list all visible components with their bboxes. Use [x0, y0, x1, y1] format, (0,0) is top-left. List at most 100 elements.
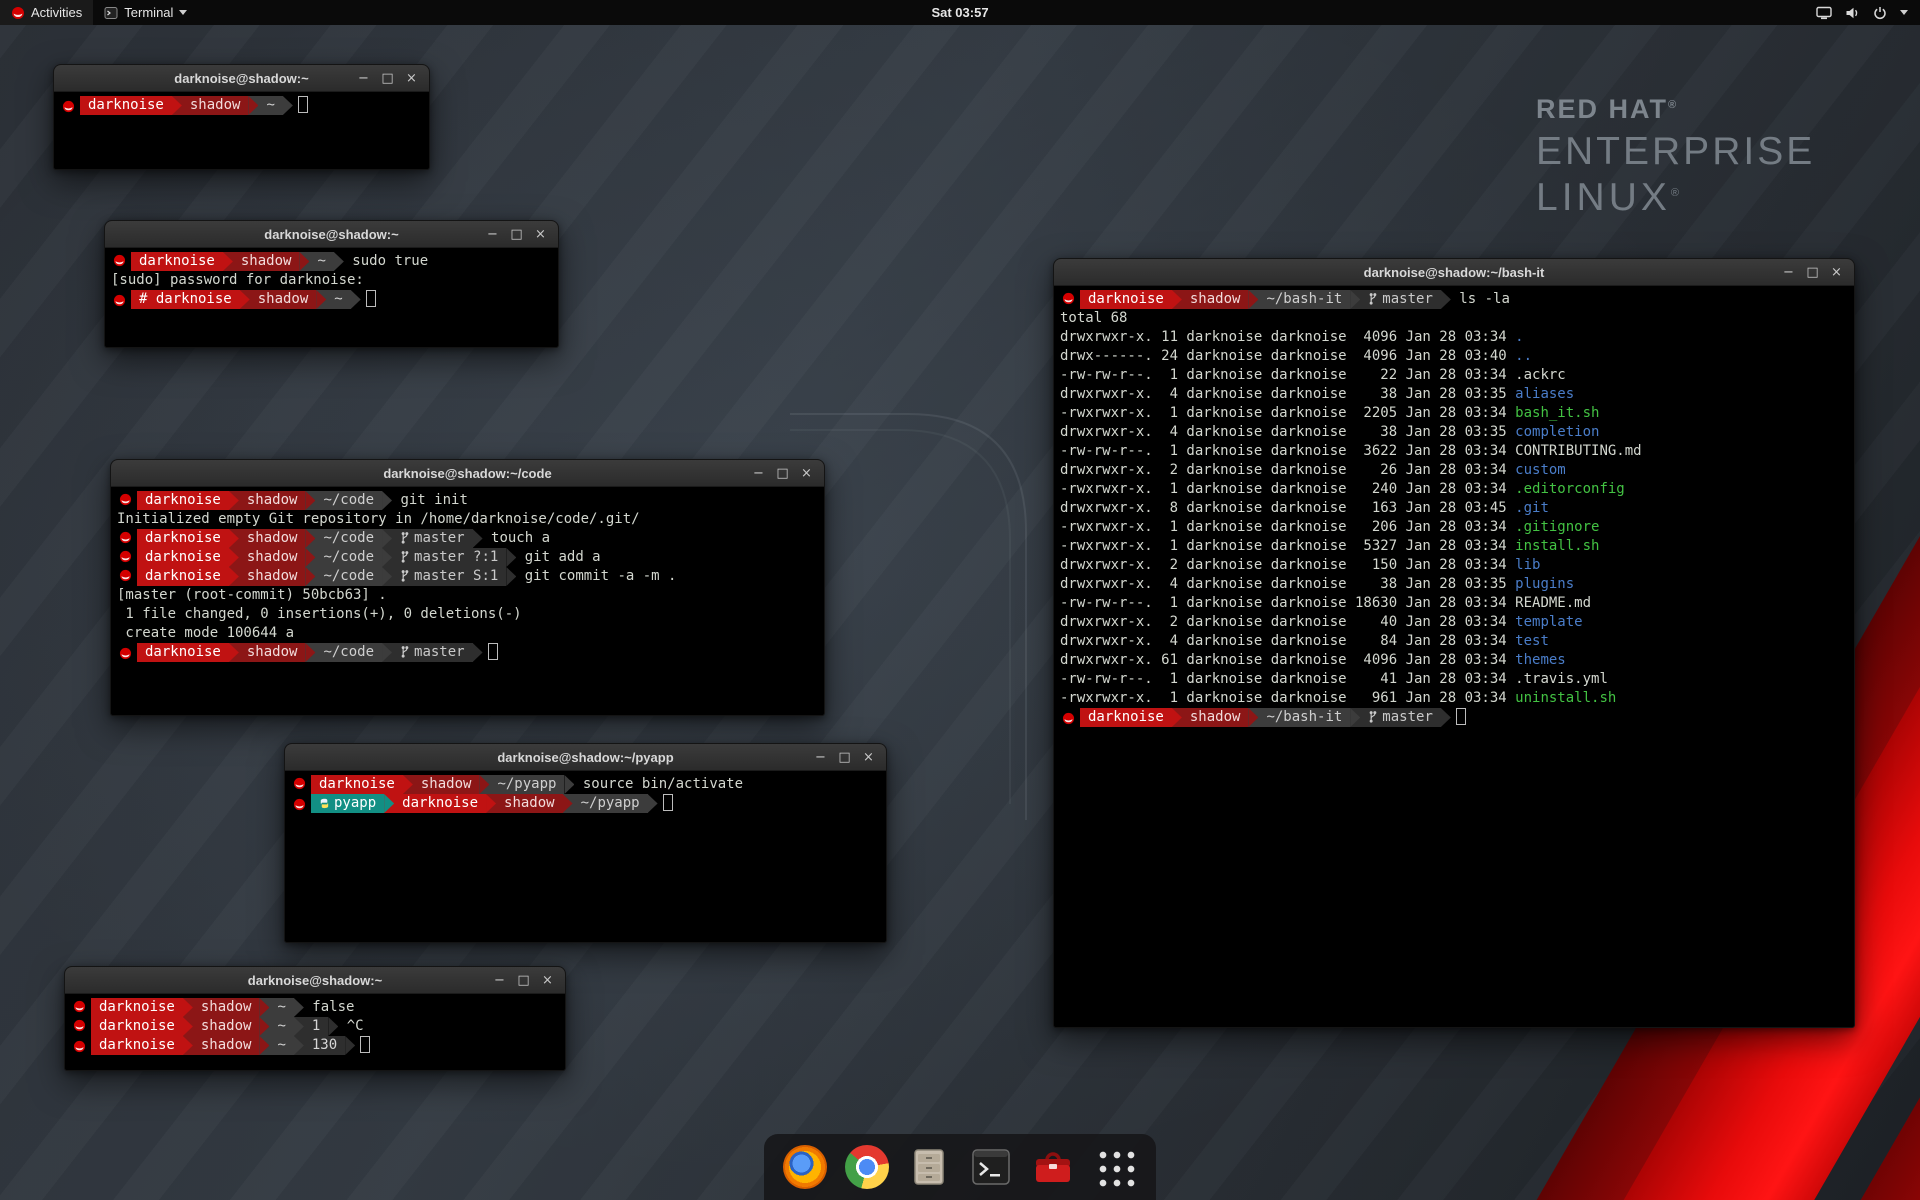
volume-icon[interactable] [1845, 6, 1860, 20]
terminal-icon [969, 1145, 1013, 1189]
window-titlebar[interactable]: darknoise@shadow:~/code − □ × [111, 460, 824, 487]
terminal-text: .ackrc [1515, 367, 1566, 383]
dock-terminal-button[interactable] [969, 1145, 1013, 1189]
window-titlebar[interactable]: darknoise@shadow:~ − □ × [105, 221, 558, 248]
power-icon[interactable] [1873, 6, 1887, 20]
maximize-button[interactable]: □ [377, 68, 398, 89]
prompt-segment-status: 130 [304, 1036, 345, 1055]
terminal-window-home-a: darknoise@shadow:~ − □ × darknoiseshadow… [53, 64, 430, 170]
minimize-button[interactable]: − [810, 747, 831, 768]
prompt-segment-git: master S:1 [392, 567, 506, 586]
maximize-button[interactable]: □ [772, 463, 793, 484]
terminal-line: [sudo] password for darknoise: [111, 271, 552, 290]
prompt-segment-user: darknoise [311, 775, 403, 794]
terminal-screen[interactable]: darknoiseshadow~ falsedarknoiseshadow~1 … [65, 994, 565, 1070]
close-button[interactable]: × [530, 224, 551, 245]
close-button[interactable]: × [401, 68, 422, 89]
minimize-button[interactable]: − [748, 463, 769, 484]
terminal-line: drwxrwxr-x. 61 darknoise darknoise 4096 … [1060, 651, 1848, 670]
prompt-segment-path: ~/pyapp [489, 775, 564, 794]
chevron-down-icon[interactable] [1900, 10, 1908, 15]
window-title: darknoise@shadow:~ [174, 71, 308, 86]
terminal-window-code: darknoise@shadow:~/code − □ × darknoise s… [110, 459, 825, 716]
prompt-segment-user: darknoise [137, 491, 229, 510]
terminal-text: drwxrwxr-x. 2 darknoise darknoise 26 Jan… [1060, 462, 1515, 478]
minimize-button[interactable]: − [353, 68, 374, 89]
terminal-text: install.sh [1515, 538, 1599, 554]
dock-chrome-button[interactable] [845, 1145, 889, 1189]
window-titlebar[interactable]: darknoise@shadow:~ − □ × [54, 65, 429, 92]
close-button[interactable]: × [796, 463, 817, 484]
minimize-button[interactable]: − [482, 224, 503, 245]
terminal-screen[interactable]: darknoiseshadow~/code git initInitialize… [111, 487, 824, 715]
minimize-button[interactable]: − [489, 970, 510, 991]
terminal-text: drwxrwxr-x. 4 darknoise darknoise 38 Jan… [1060, 576, 1515, 592]
prompt-segment-user: darknoise [137, 529, 229, 548]
close-button[interactable]: × [537, 970, 558, 991]
powerline-arrow-icon [248, 96, 258, 115]
close-button[interactable]: × [1826, 262, 1847, 283]
display-icon[interactable] [1816, 6, 1832, 20]
prompt-segment-git: master [1360, 708, 1441, 727]
powerline-arrow-icon [229, 643, 239, 662]
prompt-segment-host: shadow [239, 567, 306, 586]
prompt-segment-host: shadow [233, 252, 300, 271]
terminal-text: -rwxrwxr-x. 1 darknoise darknoise 5327 J… [1060, 538, 1515, 554]
close-button[interactable]: × [858, 747, 879, 768]
terminal-cursor [1456, 708, 1466, 725]
maximize-button[interactable]: □ [513, 970, 534, 991]
terminal-screen[interactable]: darknoiseshadow~ sudo true[sudo] passwor… [105, 248, 558, 347]
window-titlebar[interactable]: darknoise@shadow:~/pyapp − □ × [285, 744, 886, 771]
terminal-screen[interactable]: darknoiseshadow~/bash-itmaster ls -latot… [1054, 286, 1854, 1027]
minimize-button[interactable]: − [1778, 262, 1799, 283]
powerline-arrow-icon [473, 529, 483, 548]
terminal-cursor [488, 643, 498, 660]
terminal-line: darknoiseshadow~1 ^C [71, 1017, 559, 1036]
maximize-button[interactable]: □ [834, 747, 855, 768]
terminal-line: -rwxrwxr-x. 1 darknoise darknoise 2205 J… [1060, 404, 1848, 423]
dock-files-button[interactable] [907, 1145, 951, 1189]
redhat-icon [293, 798, 306, 817]
powerline-arrow-icon [305, 643, 315, 662]
terminal-text: -rwxrwxr-x. 1 darknoise darknoise 240 Ja… [1060, 481, 1515, 497]
powerline-arrow-icon [382, 529, 392, 548]
prompt-segment-git: master [392, 529, 473, 548]
prompt-segment-path: ~ [269, 1036, 293, 1055]
dock-app-grid-button[interactable] [1093, 1145, 1137, 1189]
terminal-screen[interactable]: darknoiseshadow~ [54, 92, 429, 169]
powerline-arrow-icon [1350, 708, 1360, 727]
system-status-area[interactable] [1804, 0, 1920, 25]
maximize-button[interactable]: □ [506, 224, 527, 245]
terminal-line: drwxrwxr-x. 2 darknoise darknoise 40 Jan… [1060, 613, 1848, 632]
powerline-arrow-icon [223, 252, 233, 271]
terminal-line: darknoiseshadow~/bash-itmaster [1060, 708, 1848, 727]
terminal-window-pyapp: darknoise@shadow:~/pyapp − □ × darknoise… [284, 743, 887, 943]
terminal-screen[interactable]: darknoiseshadow~/pyapp source bin/activa… [285, 771, 886, 942]
terminal-text: completion [1515, 424, 1599, 440]
prompt-segment-venv: pyapp [311, 794, 384, 813]
prompt-segment-path: ~ [269, 998, 293, 1017]
dock-toolbox-button[interactable] [1031, 1145, 1075, 1189]
maximize-button[interactable]: □ [1802, 262, 1823, 283]
terminal-window-exit-codes: darknoise@shadow:~ − □ × darknoiseshadow… [64, 966, 566, 1071]
dock-firefox-button[interactable] [783, 1145, 827, 1189]
app-menu-terminal[interactable]: Terminal [93, 0, 198, 25]
prompt-segment-path: ~ [258, 96, 282, 115]
window-title: darknoise@shadow:~/code [383, 466, 551, 481]
app-menu-label: Terminal [124, 5, 173, 20]
prompt-segment-path: ~ [309, 252, 333, 271]
terminal-text: ^C [338, 1018, 363, 1034]
powerline-arrow-icon [403, 775, 413, 794]
clock[interactable]: Sat 03:57 [931, 5, 988, 20]
branch-icon [1368, 710, 1378, 729]
terminal-line: -rw-rw-r--. 1 darknoise darknoise 3622 J… [1060, 442, 1848, 461]
window-titlebar[interactable]: darknoise@shadow:~ − □ × [65, 967, 565, 994]
terminal-text: README.md [1515, 595, 1591, 611]
activities-button[interactable]: Activities [0, 0, 93, 25]
terminal-text: -rwxrwxr-x. 1 darknoise darknoise 961 Ja… [1060, 690, 1515, 706]
powerline-arrow-icon [1172, 290, 1182, 309]
terminal-line: drwxrwxr-x. 2 darknoise darknoise 150 Ja… [1060, 556, 1848, 575]
window-titlebar[interactable]: darknoise@shadow:~/bash-it − □ × [1054, 259, 1854, 286]
powerline-arrow-icon [259, 1017, 269, 1036]
terminal-text: -rw-rw-r--. 1 darknoise darknoise 3622 J… [1060, 443, 1515, 459]
